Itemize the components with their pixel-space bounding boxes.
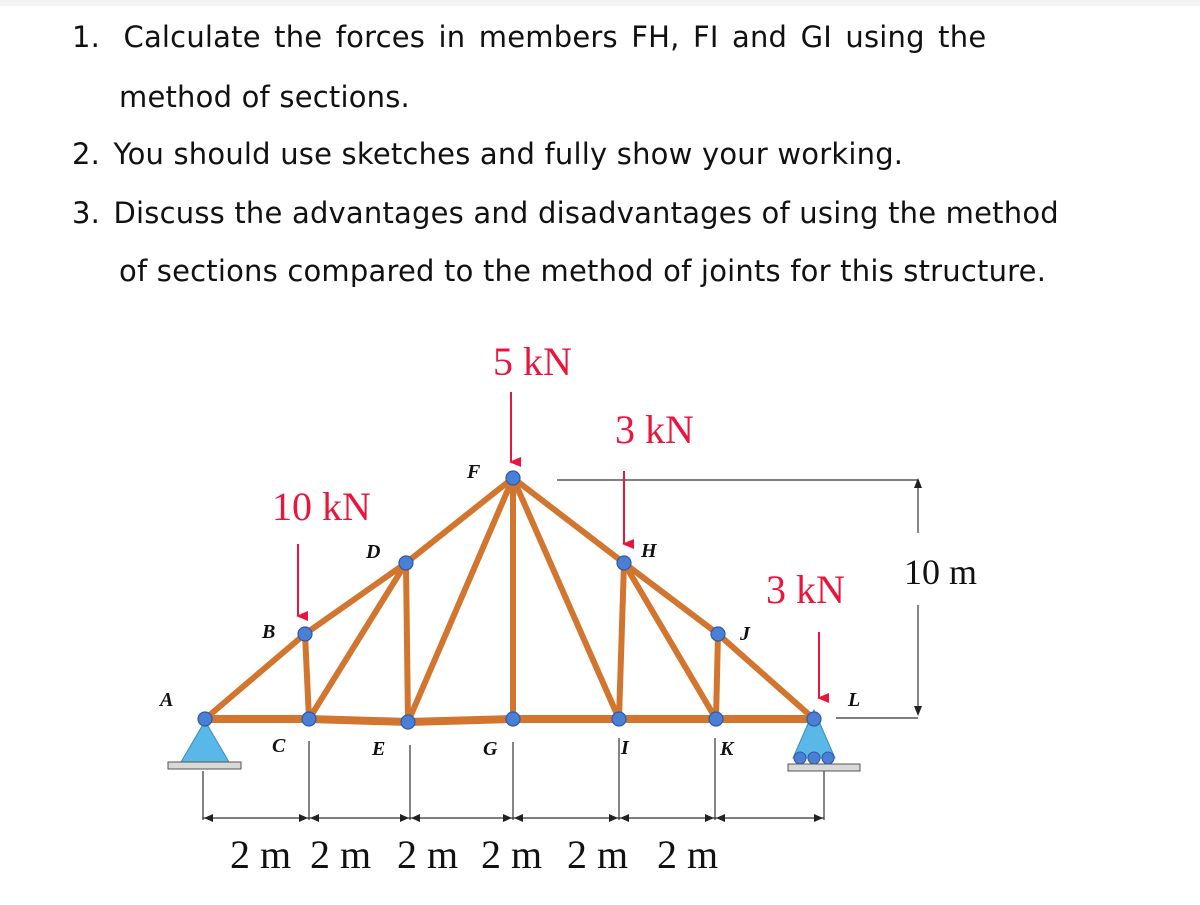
span-arrow-right-1 — [299, 814, 308, 822]
joint-J — [710, 626, 726, 642]
member-DE — [403, 560, 411, 725]
load-label-H: 3 kN — [615, 407, 694, 452]
node-label-E: E — [371, 738, 385, 760]
member-CD — [306, 560, 409, 722]
node-label-D: D — [365, 541, 380, 563]
joint-C — [301, 711, 317, 727]
node-label-H: H — [640, 540, 658, 562]
pin-support-triangle — [180, 720, 230, 763]
node-label-L: L — [847, 689, 860, 711]
member-EF — [405, 475, 516, 725]
roller-1 — [793, 751, 807, 765]
member-JK — [713, 631, 721, 722]
height-arrow-down — [914, 706, 922, 716]
span-arrow-right-6 — [814, 814, 823, 822]
span-arrow-left-2 — [310, 814, 319, 822]
span-arrow-right-3 — [503, 814, 512, 822]
span-arrow-left-1 — [204, 814, 213, 822]
joint-I — [611, 711, 627, 727]
joint-E — [400, 714, 416, 730]
member-HI — [616, 560, 627, 722]
span-label-5: 2 m — [567, 832, 628, 877]
span-arrow-left-5 — [620, 814, 629, 822]
member-EG — [404, 715, 517, 726]
node-label-F: F — [466, 461, 481, 483]
node-label-A: A — [158, 689, 173, 711]
member-CE — [305, 715, 412, 726]
node-label-C: C — [272, 735, 286, 757]
member-BD — [302, 560, 409, 637]
node-label-I: I — [620, 737, 630, 759]
node-label-G: G — [483, 738, 498, 760]
member-FI — [510, 475, 622, 722]
span-arrow-left-4 — [514, 814, 523, 822]
span-label-1: 2 m — [230, 832, 291, 877]
member-JL — [715, 631, 817, 722]
joint-F — [505, 470, 521, 486]
span-arrow-left-3 — [411, 814, 420, 822]
roller-3 — [821, 751, 835, 765]
span-label-4: 2 m — [481, 832, 542, 877]
load-label-B: 10 kN — [272, 484, 371, 529]
joint-H — [616, 555, 632, 571]
span-arrow-right-4 — [609, 814, 618, 822]
joint-K — [708, 711, 724, 727]
span-arrow-right-5 — [705, 814, 714, 822]
member-HK — [621, 560, 719, 722]
member-HJ — [621, 560, 721, 637]
span-labels: 2 m 2 m 2 m 2 m 2 m 2 m — [230, 832, 718, 877]
truss-diagram: 10 m 2 m 2 m 2 m 2 m 2 m 2 m 10 kN 5 kN … — [158, 339, 977, 877]
member-BC — [302, 631, 312, 722]
span-label-2: 2 m — [310, 832, 371, 877]
span-label-3: 2 m — [397, 832, 458, 877]
joint-L — [806, 711, 822, 727]
load-label-F: 5 kN — [493, 339, 572, 384]
roller-2 — [807, 751, 821, 765]
node-label-J: J — [739, 623, 751, 645]
joint-A — [197, 711, 213, 727]
roller-support-base — [787, 763, 861, 772]
span-arrow-right-2 — [400, 814, 409, 822]
span-label-6: 2 m — [657, 832, 718, 877]
node-label-K: K — [719, 738, 735, 760]
joint-B — [297, 626, 313, 642]
joint-D — [398, 555, 414, 571]
load-label-L: 3 kN — [766, 567, 845, 612]
height-label: 10 m — [904, 552, 977, 592]
pin-support-base — [167, 761, 242, 770]
span-arrow-left-6 — [716, 814, 725, 822]
member-AB — [202, 631, 308, 722]
node-label-B: B — [261, 621, 275, 643]
pin-support-A — [167, 720, 242, 770]
joint-G — [505, 711, 521, 727]
